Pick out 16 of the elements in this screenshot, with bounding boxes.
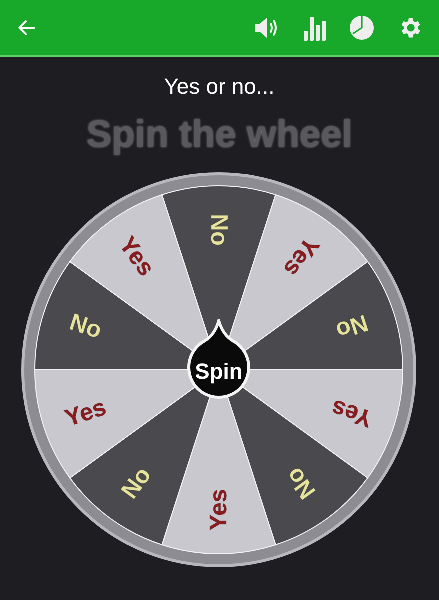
bar-chart-icon	[303, 14, 327, 40]
heading: Spin the wheel	[86, 113, 353, 157]
stats-button[interactable]	[303, 14, 327, 40]
segment-label: No	[280, 462, 322, 504]
segment-label: Yes	[278, 232, 324, 282]
segment-label: No	[332, 308, 372, 345]
segment-label: Yes	[328, 394, 376, 432]
segment-label: No	[116, 462, 158, 504]
pie-chart-icon	[349, 14, 375, 40]
question-title: Yes or no...	[164, 73, 275, 101]
segment-label: No	[206, 214, 232, 246]
segment-label: Yes	[62, 394, 110, 432]
segment-label: Yes	[206, 489, 232, 531]
spin-button[interactable]: Spin	[187, 319, 251, 401]
results-button[interactable]	[349, 14, 375, 40]
segment-label: No	[66, 308, 106, 345]
